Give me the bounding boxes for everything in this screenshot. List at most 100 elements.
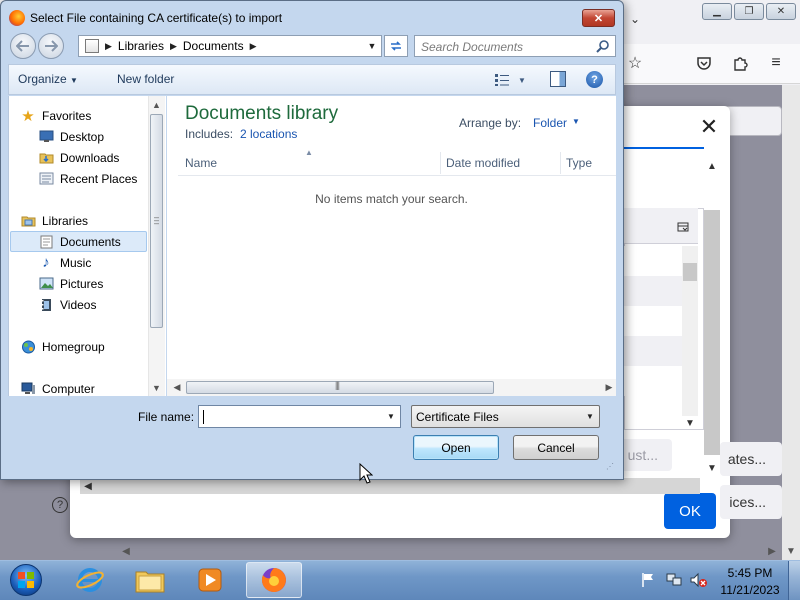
table-row[interactable] bbox=[624, 276, 682, 306]
organize-menu[interactable]: Organize ▼ bbox=[18, 72, 78, 86]
nav-computer[interactable]: Computer bbox=[20, 379, 95, 398]
nav-libraries[interactable]: Libraries bbox=[20, 211, 88, 230]
dialog-scroll-down-arrow[interactable]: ▼ bbox=[704, 460, 720, 476]
minimize-button[interactable]: ▁ bbox=[702, 3, 732, 20]
column-header-row bbox=[178, 150, 616, 176]
nav-favorites[interactable]: ★ Favorites bbox=[20, 106, 91, 125]
nav-label: Computer bbox=[42, 381, 95, 396]
new-folder-button[interactable]: New folder bbox=[117, 72, 174, 86]
nav-videos[interactable]: Videos bbox=[38, 295, 96, 314]
nav-scroll-down-arrow[interactable]: ▼ bbox=[148, 380, 165, 396]
breadcrumb-libraries[interactable]: Libraries bbox=[118, 39, 164, 53]
column-type[interactable]: Type bbox=[566, 156, 592, 170]
help-icon[interactable]: ? bbox=[52, 497, 68, 513]
column-picker-icon[interactable] bbox=[674, 218, 692, 236]
help-icon[interactable]: ? bbox=[586, 71, 603, 88]
file-name-input[interactable] bbox=[202, 409, 380, 425]
search-icon[interactable] bbox=[595, 39, 611, 55]
app-menu-hamburger-icon[interactable]: ≡ bbox=[765, 52, 787, 74]
table-row[interactable] bbox=[624, 336, 682, 366]
table-scroll-down-arrow[interactable]: ▼ bbox=[682, 416, 698, 430]
change-view-button[interactable]: ▼ bbox=[494, 71, 530, 89]
start-button[interactable] bbox=[4, 561, 48, 599]
breadcrumb-separator-icon[interactable]: ▶ bbox=[105, 41, 112, 52]
file-list-pane[interactable] bbox=[167, 96, 616, 396]
nav-documents[interactable]: Documents bbox=[38, 232, 121, 251]
bookmark-star-icon[interactable]: ☆ bbox=[624, 52, 646, 74]
network-icon[interactable] bbox=[666, 572, 682, 588]
page-scroll-right-arrow[interactable]: ▶ bbox=[764, 542, 780, 560]
column-divider[interactable] bbox=[440, 152, 441, 174]
nav-downloads[interactable]: Downloads bbox=[38, 148, 119, 167]
column-divider[interactable] bbox=[560, 152, 561, 174]
address-bar[interactable]: ▶ Libraries ▶ Documents ▶ bbox=[78, 35, 382, 57]
dialog-title: Select File containing CA certificate(s)… bbox=[30, 11, 283, 25]
view-certificates-button[interactable]: ates... bbox=[720, 442, 782, 476]
file-type-chevron-down-icon[interactable]: ▼ bbox=[582, 406, 598, 427]
cancel-button[interactable]: Cancel bbox=[513, 435, 599, 460]
extensions-puzzle-icon[interactable] bbox=[729, 52, 751, 74]
dialog-scroll-up-arrow[interactable]: ▲ bbox=[704, 158, 720, 174]
search-box[interactable] bbox=[414, 35, 616, 57]
scroll-right-arrow[interactable]: ▶ bbox=[602, 380, 616, 395]
search-input[interactable] bbox=[421, 39, 589, 55]
maximize-button[interactable]: ❐ bbox=[734, 3, 764, 20]
desktop-icon bbox=[38, 129, 54, 145]
library-icon bbox=[85, 39, 99, 53]
firefox-logo-icon bbox=[9, 10, 25, 26]
cert-dialog-close-icon[interactable]: ✕ bbox=[697, 115, 721, 139]
resize-grip-icon[interactable]: ⋰ bbox=[606, 462, 618, 474]
nav-desktop[interactable]: Desktop bbox=[38, 127, 104, 146]
file-name-combobox[interactable] bbox=[198, 405, 401, 428]
taskbar-windows-explorer[interactable] bbox=[122, 562, 178, 598]
breadcrumb-documents[interactable]: Documents bbox=[183, 39, 244, 53]
page-scrollbar[interactable] bbox=[782, 85, 800, 560]
clock-time[interactable]: 5:45 PM bbox=[720, 566, 780, 580]
preview-pane-icon[interactable] bbox=[550, 71, 566, 87]
ok-button[interactable]: OK bbox=[664, 493, 716, 529]
forward-button[interactable] bbox=[38, 33, 64, 59]
column-name[interactable]: Name bbox=[185, 156, 217, 170]
column-date-modified[interactable]: Date modified bbox=[446, 156, 520, 170]
firefox-close-button[interactable]: ✕ bbox=[766, 3, 796, 20]
dialog-close-button[interactable]: ✕ bbox=[582, 9, 615, 27]
chevron-down-icon[interactable]: ▼ bbox=[572, 117, 580, 126]
dialog-horizontal-scrollbar[interactable] bbox=[80, 478, 700, 494]
clock-date[interactable]: 11/21/2023 bbox=[716, 583, 784, 597]
security-devices-button[interactable]: ices... bbox=[720, 485, 782, 519]
nav-pictures[interactable]: Pictures bbox=[38, 274, 103, 293]
back-button[interactable] bbox=[10, 33, 36, 59]
address-history-chevron-icon[interactable]: ▼ bbox=[364, 36, 380, 56]
volume-muted-icon[interactable] bbox=[690, 572, 708, 588]
nav-label: Downloads bbox=[60, 150, 120, 165]
tab-list-chevron-icon[interactable]: ⌄ bbox=[630, 12, 640, 26]
table-row[interactable] bbox=[624, 246, 682, 276]
nav-music[interactable]: ♪ Music bbox=[38, 253, 91, 272]
taskbar-media-player[interactable] bbox=[182, 562, 238, 598]
breadcrumb-separator-icon[interactable]: ▶ bbox=[170, 41, 177, 52]
taskbar-internet-explorer[interactable] bbox=[62, 562, 118, 598]
arrange-by-dropdown[interactable]: Folder bbox=[533, 116, 567, 130]
nav-label: Recent Places bbox=[60, 171, 138, 186]
breadcrumb-separator-icon[interactable]: ▶ bbox=[250, 41, 257, 52]
taskbar-firefox[interactable] bbox=[246, 562, 302, 598]
file-name-chevron-down-icon[interactable]: ▼ bbox=[383, 406, 399, 427]
scroll-left-arrow[interactable]: ◀ bbox=[170, 380, 184, 395]
dialog-scroll-thumb[interactable] bbox=[704, 210, 720, 455]
locations-link[interactable]: 2 locations bbox=[240, 127, 297, 141]
nav-recent-places[interactable]: Recent Places bbox=[38, 169, 137, 188]
table-row[interactable] bbox=[624, 306, 682, 336]
page-scroll-down-arrow[interactable]: ▼ bbox=[782, 542, 800, 560]
nav-scroll-up-arrow[interactable]: ▲ bbox=[148, 97, 165, 113]
pocket-icon[interactable] bbox=[693, 52, 715, 74]
open-button[interactable]: Open bbox=[413, 435, 499, 460]
nav-homegroup[interactable]: Homegroup bbox=[20, 337, 105, 356]
action-center-flag-icon[interactable] bbox=[641, 572, 655, 588]
page-scroll-left-arrow[interactable]: ◀ bbox=[118, 542, 134, 560]
active-tab-indicator bbox=[624, 147, 704, 149]
table-row[interactable] bbox=[624, 366, 682, 396]
refresh-button[interactable] bbox=[384, 35, 408, 57]
show-desktop-button[interactable] bbox=[788, 561, 800, 600]
dialog-scroll-left-arrow[interactable]: ◀ bbox=[80, 478, 96, 494]
table-scroll-thumb[interactable] bbox=[683, 263, 697, 281]
